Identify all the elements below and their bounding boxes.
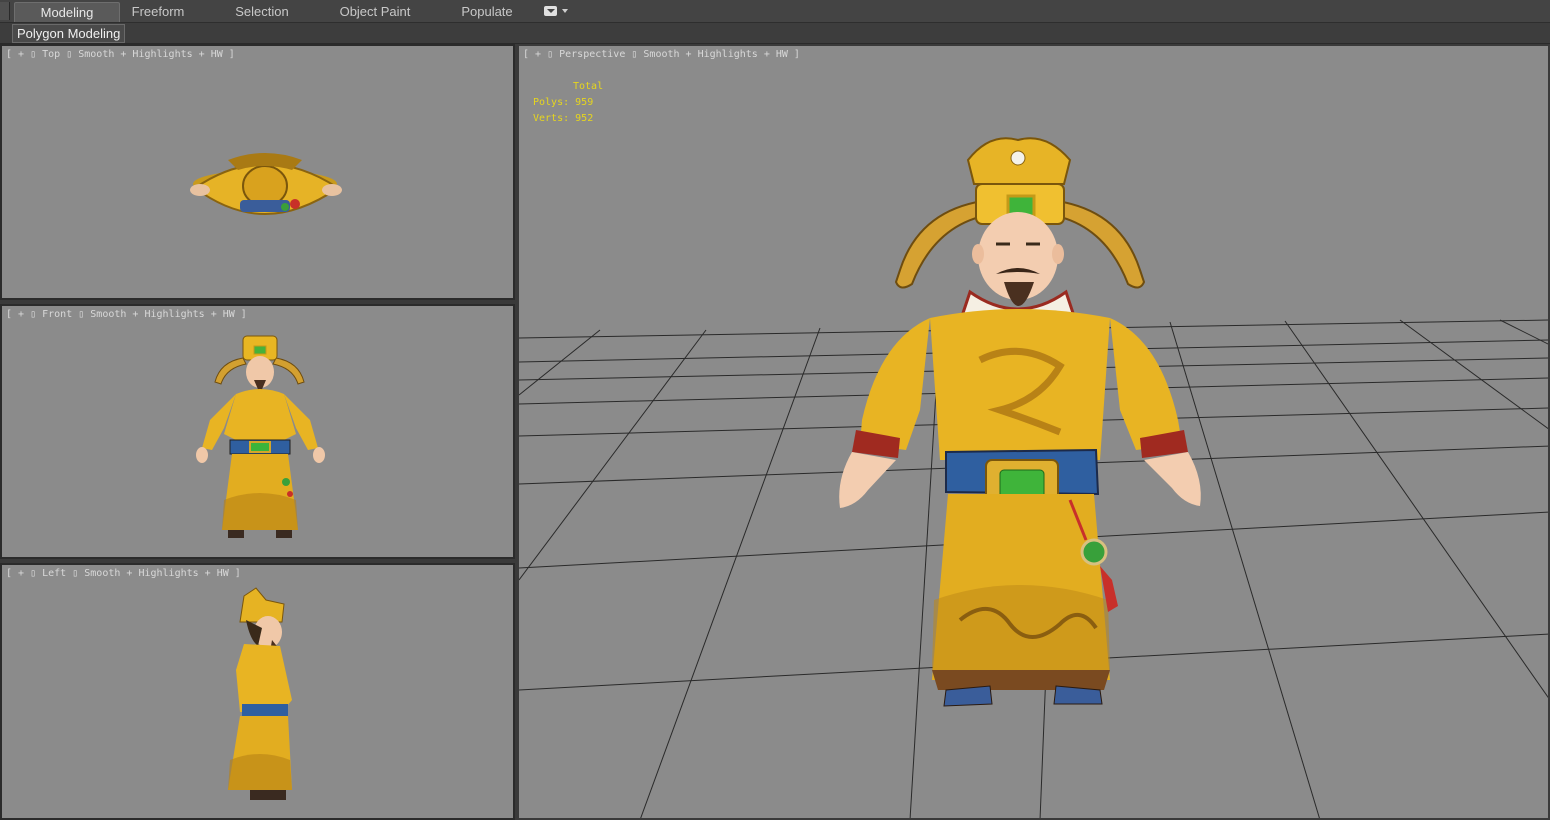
stats-polys-label: Polys: xyxy=(533,97,570,108)
stats-header: Total xyxy=(573,81,604,92)
tab-modeling[interactable]: Modeling xyxy=(14,2,120,22)
viewport-front[interactable]: [ + ▯ Front ▯ Smooth + Highlights + HW ] xyxy=(0,304,515,559)
poly-stats-overlay: Total Polys: 959 Verts: 952 xyxy=(533,79,603,127)
tab-selection[interactable]: Selection xyxy=(222,2,302,21)
stats-polys-value: 959 xyxy=(575,97,594,108)
stats-polys-row: Polys: 959 xyxy=(533,95,603,111)
character-perspective-view xyxy=(839,137,1201,707)
stats-verts-label: Verts: xyxy=(533,113,570,124)
viewport-top[interactable]: [ + ▯ Top ▯ Smooth + Highlights + HW ] xyxy=(0,44,515,300)
viewport-perspective[interactable]: [ + ▯ Perspective ▯ Smooth + Highlights … xyxy=(517,44,1550,820)
ribbon-options-dropdown[interactable] xyxy=(544,6,570,18)
tab-populate[interactable]: Populate xyxy=(452,2,522,21)
caret-down-icon xyxy=(562,9,568,13)
perspective-scene xyxy=(519,137,1548,818)
character-left-view xyxy=(228,587,292,800)
stats-verts-value: 952 xyxy=(575,113,594,124)
ribbon-panel-bar: Polygon Modeling xyxy=(0,23,1550,44)
tab-freeform[interactable]: Freeform xyxy=(118,2,198,21)
viewport-label-perspective[interactable]: [ + ▯ Perspective ▯ Smooth + Highlights … xyxy=(523,49,800,60)
viewport-left[interactable]: [ + ▯ Left ▯ Smooth + Highlights + HW ] xyxy=(0,563,515,820)
character-top-view xyxy=(190,153,342,216)
character-front-view xyxy=(196,335,325,538)
polygon-modeling-panel-button[interactable]: Polygon Modeling xyxy=(12,24,126,43)
ribbon-grip[interactable] xyxy=(0,2,10,20)
stats-verts-row: Verts: 952 xyxy=(533,111,603,127)
tab-object-paint[interactable]: Object Paint xyxy=(330,2,420,21)
ribbon-bar: Modeling Freeform Selection Object Paint… xyxy=(0,0,1550,23)
chevron-down-icon xyxy=(544,6,557,16)
